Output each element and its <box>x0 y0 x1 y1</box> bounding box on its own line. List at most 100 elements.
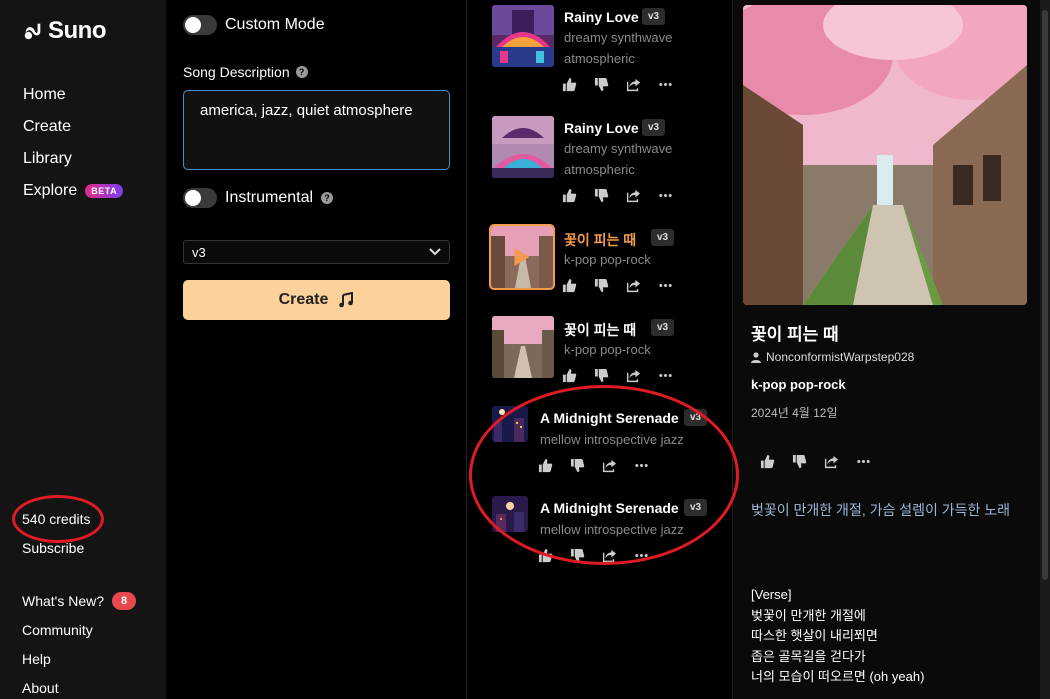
thumbs-up-icon[interactable] <box>560 366 578 384</box>
detail-tags[interactable]: k-pop pop-rock <box>751 377 846 392</box>
thumbs-down-icon[interactable] <box>592 276 610 294</box>
detail-author[interactable]: NonconformistWarpstep028 <box>751 350 914 364</box>
logo-text: Suno <box>48 17 107 44</box>
thumbs-up-icon[interactable] <box>560 75 578 93</box>
lyrics-line: 벚꽃이 만개한 개절에 <box>751 607 866 623</box>
thumbs-down-icon[interactable] <box>790 452 808 470</box>
song-description-label-text: Song Description <box>183 64 290 80</box>
song-thumbnail[interactable] <box>489 224 555 290</box>
share-icon[interactable] <box>624 366 642 384</box>
song-item[interactable]: A Midnight Serenade v3 mellow introspect… <box>467 496 734 592</box>
thumbs-up-icon[interactable] <box>758 452 776 470</box>
rainy-love-artwork-icon <box>492 5 554 67</box>
song-title[interactable]: Rainy Love <box>564 9 639 25</box>
song-actions <box>560 75 674 93</box>
model-version-value: v3 <box>192 244 206 260</box>
song-item[interactable]: 꽃이 피는 때 v3 k-pop pop-rock <box>467 316 734 412</box>
thumbs-down-icon[interactable] <box>592 366 610 384</box>
share-icon[interactable] <box>600 546 618 564</box>
custom-mode-toggle[interactable] <box>183 15 217 35</box>
nav-home[interactable]: Home <box>23 79 123 111</box>
suno-logo[interactable]: Suno <box>22 17 107 45</box>
version-badge: v3 <box>651 319 675 336</box>
song-actions <box>560 186 674 204</box>
share-icon[interactable] <box>624 186 642 204</box>
model-version-select[interactable]: v3 <box>183 240 450 264</box>
song-thumbnail[interactable] <box>492 496 528 532</box>
more-options-icon[interactable] <box>854 452 872 470</box>
cherry-blossom-cover-icon <box>743 5 1027 305</box>
more-options-icon[interactable] <box>656 75 674 93</box>
help-icon[interactable]: ? <box>295 66 308 78</box>
instrumental-toggle[interactable] <box>183 188 217 208</box>
song-thumbnail[interactable] <box>492 316 554 378</box>
version-badge: v3 <box>642 119 666 136</box>
song-actions <box>536 546 650 564</box>
share-icon[interactable] <box>624 276 642 294</box>
help-link[interactable]: Help <box>22 651 51 667</box>
song-thumbnail[interactable] <box>492 5 554 67</box>
song-title[interactable]: 꽃이 피는 때 <box>564 230 636 250</box>
song-title[interactable]: Rainy Love <box>564 120 639 136</box>
more-options-icon[interactable] <box>632 546 650 564</box>
thumbs-up-icon[interactable] <box>560 186 578 204</box>
help-icon[interactable]: ? <box>321 192 334 204</box>
detail-description: 벚꽃이 만개한 개절, 가슴 설렘이 가득한 노래 <box>751 502 1011 518</box>
song-item-active[interactable]: 꽃이 피는 때 v3 k-pop pop-rock <box>467 224 734 322</box>
song-item[interactable]: Rainy Love v3 dreamy synthwave atmospher… <box>467 116 734 212</box>
scrollbar-thumb[interactable] <box>1042 10 1048 580</box>
song-tags: k-pop pop-rock <box>564 342 651 357</box>
more-options-icon[interactable] <box>656 366 674 384</box>
detail-date: 2024년 4월 12일 <box>751 406 838 420</box>
song-title[interactable]: 꽃이 피는 때 <box>564 320 636 340</box>
credits-count: 540 credits <box>22 511 91 527</box>
user-icon <box>751 351 761 363</box>
thumbs-down-icon[interactable] <box>568 546 586 564</box>
version-badge: v3 <box>684 409 708 426</box>
whats-new-link[interactable]: What's New? 8 <box>22 592 137 610</box>
nav-library[interactable]: Library <box>23 143 123 175</box>
share-icon[interactable] <box>600 456 618 474</box>
thumbs-up-icon[interactable] <box>536 546 554 564</box>
create-button[interactable]: Create <box>183 280 450 320</box>
thumbs-up-icon[interactable] <box>536 456 554 474</box>
song-thumbnail[interactable] <box>492 116 554 178</box>
beta-badge: BETA <box>85 184 124 198</box>
midnight-serenade-artwork-icon <box>492 496 528 532</box>
song-actions <box>536 456 650 474</box>
share-icon[interactable] <box>624 75 642 93</box>
scrollbar[interactable] <box>1040 0 1050 699</box>
thumbs-down-icon[interactable] <box>568 456 586 474</box>
more-options-icon[interactable] <box>656 276 674 294</box>
more-options-icon[interactable] <box>656 186 674 204</box>
midnight-serenade-artwork-icon <box>492 406 528 442</box>
song-cover-art <box>743 5 1027 305</box>
detail-title: 꽃이 피는 때 <box>751 325 839 344</box>
nav-create[interactable]: Create <box>23 111 123 143</box>
song-description-input[interactable]: america, jazz, quiet atmosphere <box>183 90 450 170</box>
song-tags: k-pop pop-rock <box>564 252 651 267</box>
community-link[interactable]: Community <box>22 622 93 638</box>
nav-explore-label: Explore <box>23 182 78 199</box>
song-title[interactable]: A Midnight Serenade <box>540 500 679 516</box>
nav-explore[interactable]: Explore BETA <box>23 175 124 207</box>
song-thumbnail[interactable] <box>492 406 528 442</box>
detail-author-name: NonconformistWarpstep028 <box>766 350 915 364</box>
instrumental-row: Instrumental ? <box>183 188 334 208</box>
song-tags: dreamy synthwave atmospheric <box>564 30 673 66</box>
song-title[interactable]: A Midnight Serenade <box>540 410 679 426</box>
chevron-down-icon <box>429 248 441 256</box>
sidebar: Suno Home Create Library Explore BETA 54… <box>0 0 166 699</box>
thumbs-down-icon[interactable] <box>592 186 610 204</box>
play-icon[interactable] <box>514 248 530 266</box>
suno-logo-icon <box>24 23 41 40</box>
about-link[interactable]: About <box>22 680 59 696</box>
thumbs-down-icon[interactable] <box>592 75 610 93</box>
more-options-icon[interactable] <box>632 456 650 474</box>
song-item[interactable]: A Midnight Serenade v3 mellow introspect… <box>467 406 734 502</box>
song-description-label: Song Description ? <box>183 64 308 80</box>
subscribe-link[interactable]: Subscribe <box>22 540 84 556</box>
share-icon[interactable] <box>822 452 840 470</box>
thumbs-up-icon[interactable] <box>560 276 578 294</box>
song-item[interactable]: Rainy Love v3 dreamy synthwave atmospher… <box>467 5 734 101</box>
